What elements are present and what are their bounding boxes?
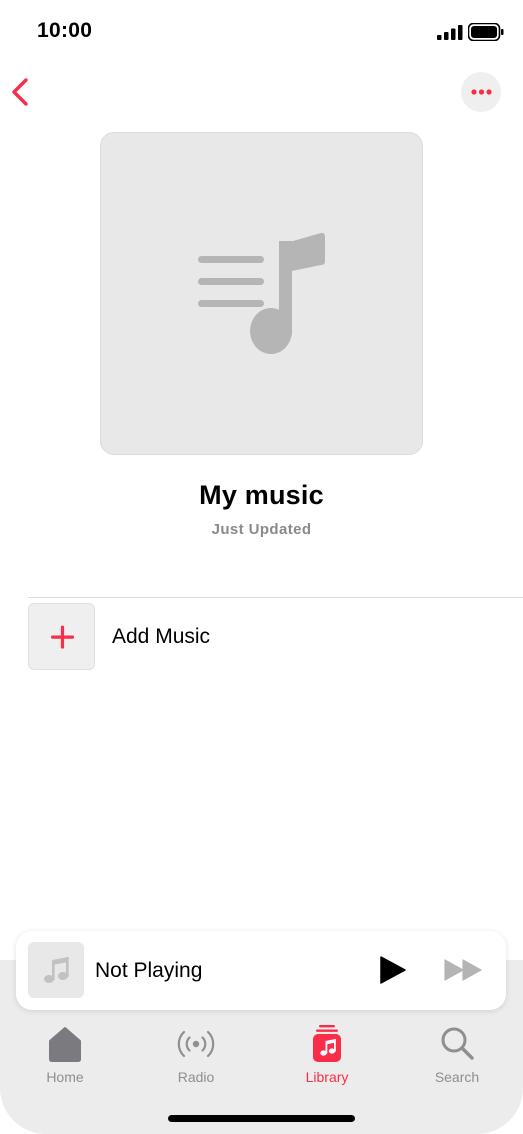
tab-library[interactable]: Library bbox=[277, 1024, 377, 1088]
radio-icon bbox=[177, 1030, 215, 1058]
forward-icon bbox=[444, 959, 482, 981]
playlist-title: My music bbox=[199, 480, 324, 510]
battery-icon bbox=[468, 23, 504, 41]
library-icon bbox=[313, 1025, 341, 1062]
mini-player-artwork bbox=[28, 942, 84, 998]
playlist-artwork bbox=[100, 132, 423, 455]
status-time: 10:00 bbox=[37, 19, 93, 42]
add-music-label: Add Music bbox=[112, 625, 211, 648]
play-button[interactable] bbox=[376, 953, 410, 987]
play-icon bbox=[380, 956, 406, 984]
now-playing-title: Not Playing bbox=[95, 959, 203, 982]
playlist-note-icon bbox=[198, 232, 325, 354]
divider bbox=[28, 597, 523, 598]
add-music-row[interactable]: Add Music bbox=[28, 603, 523, 670]
tab-label: Radio bbox=[177, 1069, 215, 1085]
mini-player[interactable]: Not Playing bbox=[16, 931, 506, 1010]
music-note-icon bbox=[44, 957, 69, 983]
tab-home[interactable]: Home bbox=[15, 1024, 115, 1088]
tab-label: Search bbox=[434, 1069, 480, 1085]
status-bar: 10:00 bbox=[0, 0, 523, 64]
playlist-subtitle: Just Updated bbox=[211, 521, 312, 538]
back-button[interactable] bbox=[6, 72, 42, 112]
more-options-button[interactable] bbox=[461, 72, 501, 112]
tab-label: Home bbox=[46, 1069, 84, 1085]
tab-label: Library bbox=[305, 1069, 349, 1085]
tab-radio[interactable]: Radio bbox=[146, 1024, 246, 1088]
chevron-left-icon bbox=[12, 78, 28, 106]
plus-icon bbox=[51, 625, 74, 649]
add-music-tile bbox=[28, 603, 95, 670]
home-icon bbox=[49, 1027, 81, 1062]
search-icon bbox=[441, 1027, 474, 1060]
tab-search[interactable]: Search bbox=[407, 1024, 507, 1088]
forward-button[interactable] bbox=[442, 955, 486, 985]
signal-icon bbox=[437, 25, 463, 40]
home-indicator bbox=[168, 1115, 355, 1122]
ellipsis-icon bbox=[471, 89, 492, 95]
